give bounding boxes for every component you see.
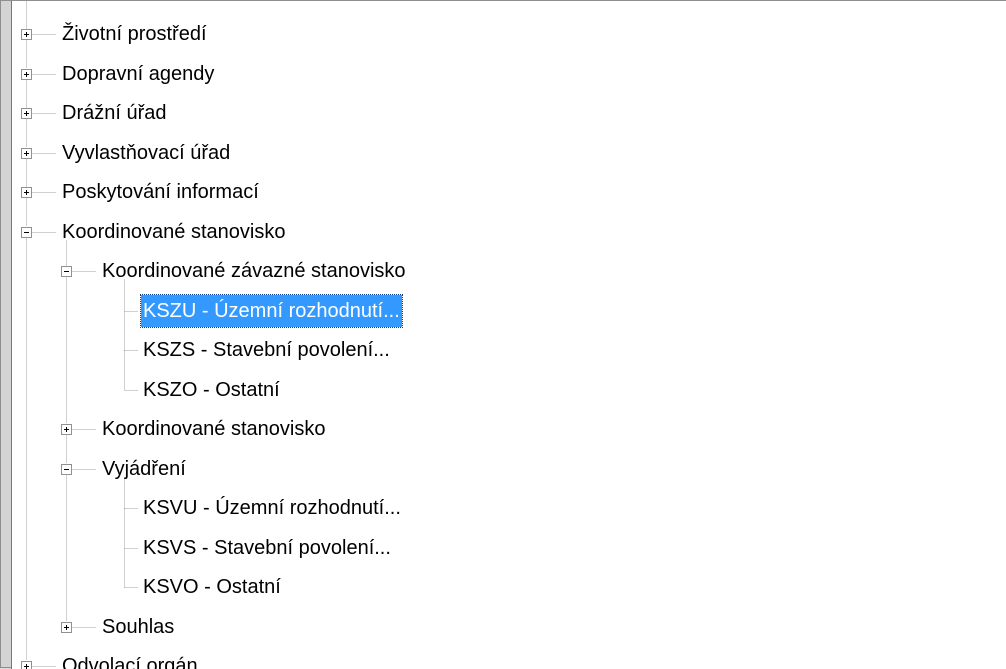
tree-item[interactable]: KSVO - Ostatní bbox=[141, 572, 283, 602]
tree-item-selected[interactable]: KSZU - Územní rozhodnutí... bbox=[140, 294, 403, 328]
tree-item[interactable]: Odvolací orgán bbox=[60, 651, 200, 669]
toggle-vertical-bar bbox=[26, 32, 27, 37]
expand-toggle-icon[interactable] bbox=[21, 29, 32, 40]
tree-item[interactable]: KSVU - Územní rozhodnutí... bbox=[141, 493, 403, 523]
tree-item[interactable]: Souhlas bbox=[100, 612, 176, 642]
expand-toggle-icon[interactable] bbox=[21, 108, 32, 119]
tree-item[interactable]: Poskytování informací bbox=[60, 177, 261, 207]
expand-toggle-icon[interactable] bbox=[61, 424, 72, 435]
tree-view[interactable]: Životní prostředí Dopravní agendy Drážní ú… bbox=[11, 1, 1006, 669]
toggle-vertical-bar bbox=[26, 111, 27, 116]
toggle-vertical-bar bbox=[26, 72, 27, 77]
toggle-vertical-bar bbox=[26, 664, 27, 669]
expand-toggle-icon[interactable] bbox=[21, 69, 32, 80]
tree-view-frame: Životní prostředí Dopravní agendy Drážní ú… bbox=[0, 0, 1006, 669]
toggle-horizontal-bar bbox=[64, 469, 69, 470]
expand-toggle-icon[interactable] bbox=[21, 148, 32, 159]
tree-item[interactable]: Dopravní agendy bbox=[60, 59, 216, 89]
tree-item[interactable]: Drážní úřad bbox=[60, 98, 169, 128]
collapse-toggle-icon[interactable] bbox=[21, 227, 32, 238]
tree-item[interactable]: Koordinované závazné stanovisko bbox=[100, 256, 408, 286]
collapse-toggle-icon[interactable] bbox=[61, 266, 72, 277]
tree-item[interactable]: Životní prostředí bbox=[60, 19, 209, 49]
collapse-toggle-icon[interactable] bbox=[61, 464, 72, 475]
expand-toggle-icon[interactable] bbox=[21, 187, 32, 198]
tree-item[interactable]: Koordinované stanovisko bbox=[60, 217, 287, 247]
toggle-vertical-bar bbox=[26, 190, 27, 195]
tree-item[interactable]: KSZO - Ostatní bbox=[141, 375, 282, 405]
tree-item[interactable]: Vyvlastňovací úřad bbox=[60, 138, 232, 168]
toggle-vertical-bar bbox=[66, 427, 67, 432]
tree-item[interactable]: KSVS - Stavební povolení... bbox=[141, 533, 393, 563]
toggle-horizontal-bar bbox=[64, 271, 69, 272]
tree-item[interactable]: Vyjádření bbox=[100, 454, 188, 484]
tree-item[interactable]: KSZS - Stavební povolení... bbox=[141, 335, 392, 365]
toggle-horizontal-bar bbox=[24, 232, 29, 233]
toggle-vertical-bar bbox=[66, 625, 67, 630]
tree-item[interactable]: Koordinované stanovisko bbox=[100, 414, 327, 444]
expand-toggle-icon[interactable] bbox=[61, 622, 72, 633]
toggle-vertical-bar bbox=[26, 151, 27, 156]
